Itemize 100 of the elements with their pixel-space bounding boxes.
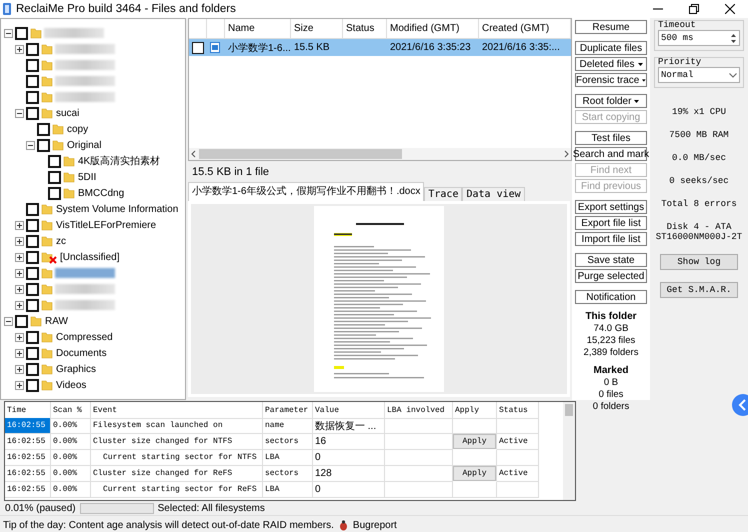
expand-icon[interactable] [15, 236, 24, 246]
tree-item[interactable]: 5DII [77, 172, 98, 182]
tree-checkbox[interactable] [26, 362, 39, 376]
tab[interactable]: Trace [424, 187, 462, 201]
column-header[interactable]: Parameter [263, 402, 313, 419]
action-button[interactable]: Resume [575, 20, 647, 34]
action-button[interactable]: Search and mark [575, 147, 647, 161]
tree-checkbox[interactable] [26, 90, 39, 104]
chevron-left-icon[interactable] [732, 394, 748, 416]
action-button[interactable]: Forensic trace [575, 73, 647, 87]
tree-checkbox[interactable] [26, 202, 39, 216]
tree-item[interactable]: RAW [44, 316, 69, 326]
tree-item[interactable]: zc [55, 236, 67, 246]
action-button[interactable]: Test files [575, 131, 647, 145]
tree-checkbox[interactable] [37, 122, 50, 136]
action-button[interactable]: Import file list [575, 232, 647, 246]
action-button[interactable]: Save state [575, 253, 647, 267]
apply-button[interactable]: Apply [453, 434, 496, 449]
collapse-icon[interactable] [15, 108, 24, 118]
tree-checkbox[interactable] [26, 234, 39, 248]
table-cell-text: 小学数学1-6... [227, 42, 291, 56]
vertical-scrollbar[interactable] [563, 402, 575, 500]
column-header[interactable]: Modified (GMT) [387, 19, 479, 39]
tree-item[interactable]: Documents [55, 348, 108, 358]
tree-checkbox[interactable] [26, 74, 39, 88]
tree-item[interactable]: 4K版高清实拍素材 [77, 154, 162, 168]
tree-item[interactable]: Videos [55, 380, 88, 390]
column-header[interactable]: Value [313, 402, 385, 419]
column-header[interactable]: Event [91, 402, 263, 419]
expand-icon[interactable] [15, 380, 24, 390]
column-header[interactable]: Status [497, 402, 539, 419]
tree-item[interactable]: Graphics [55, 364, 98, 374]
tree-checkbox[interactable] [26, 106, 39, 120]
collapse-icon[interactable] [4, 28, 13, 38]
expand-icon[interactable] [15, 364, 24, 374]
collapse-icon[interactable] [26, 140, 35, 150]
tree-checkbox[interactable] [48, 154, 61, 168]
column-header[interactable]: Scan % [51, 402, 91, 419]
table-cell: 数据恢复一 ... [313, 418, 385, 434]
action-button[interactable]: Purge selected [575, 269, 647, 283]
tree-checkbox[interactable] [26, 330, 39, 344]
tab[interactable]: 小学数学1-6年级公式，假期写作业不用翻书！.docx [188, 182, 424, 201]
side-button[interactable]: Get S.M.A.R. [660, 282, 738, 298]
expand-icon[interactable] [15, 332, 24, 342]
column-header[interactable]: Apply [453, 402, 497, 419]
tree-checkbox[interactable] [26, 282, 39, 296]
tree-item[interactable]: [Unclassified] [59, 252, 120, 262]
expand-icon[interactable] [15, 44, 24, 54]
tree-item[interactable]: Original [66, 140, 102, 150]
action-button[interactable]: Export settings [575, 200, 647, 214]
bugreport-link[interactable]: Bugreport [352, 520, 397, 530]
horizontal-scrollbar[interactable] [189, 148, 571, 160]
column-header[interactable]: Created (GMT) [479, 19, 571, 39]
tree-item[interactable]: sucai [55, 108, 80, 118]
tree-checkbox[interactable] [37, 138, 50, 152]
tree-checkbox[interactable] [26, 42, 39, 56]
column-header[interactable]: Name [225, 19, 291, 39]
action-button[interactable]: Export file list [575, 216, 647, 230]
apply-button[interactable]: Apply [453, 466, 496, 481]
file-row[interactable]: 小学数学1-6... 15.5 KB 2021/6/16 3:35:23 2021/6/16 3:35:... [189, 39, 571, 56]
tree-item[interactable]: copy [66, 124, 90, 134]
tree-item[interactable]: Compressed [55, 332, 114, 342]
tree-item[interactable]: VisTitleLEForPremiere [55, 220, 158, 230]
action-button[interactable]: Root folder [575, 94, 647, 108]
expand-icon[interactable] [15, 348, 24, 358]
action-button[interactable]: Deleted files [575, 57, 647, 71]
tree-checkbox[interactable] [26, 218, 39, 232]
restore-icon[interactable] [689, 4, 699, 14]
column-header[interactable]: LBA involved [385, 402, 453, 419]
close-icon[interactable] [725, 4, 735, 14]
action-button[interactable]: Duplicate files [575, 41, 647, 55]
priority-dropdown[interactable]: Normal [658, 67, 740, 83]
tree-checkbox[interactable] [26, 266, 39, 280]
tree-checkbox[interactable] [48, 186, 61, 200]
expand-icon[interactable] [15, 284, 24, 294]
row-checkbox[interactable] [192, 42, 204, 54]
app-icon [2, 2, 12, 16]
side-button[interactable]: Show log [660, 254, 738, 270]
tree-item[interactable]: BMCCdng [77, 188, 126, 198]
tree-checkbox[interactable] [48, 170, 61, 184]
column-header[interactable]: Status [343, 19, 387, 39]
tab[interactable]: Data view [462, 187, 525, 201]
tree-checkbox[interactable] [26, 298, 39, 312]
expand-icon[interactable] [15, 220, 24, 230]
expand-icon[interactable] [15, 268, 24, 278]
collapse-icon[interactable] [4, 316, 13, 326]
tree-checkbox[interactable] [26, 250, 39, 264]
column-header[interactable]: Size [291, 19, 343, 39]
tree-checkbox[interactable] [26, 58, 39, 72]
tree-item[interactable]: System Volume Information [55, 204, 180, 214]
table-cell [497, 482, 539, 498]
expand-icon[interactable] [15, 300, 24, 310]
tree-checkbox[interactable] [26, 378, 39, 392]
action-button[interactable]: Notification [575, 290, 647, 304]
spinner-icon[interactable] [730, 32, 737, 44]
timeout-field[interactable]: 500 ms [658, 30, 740, 46]
tree-checkbox[interactable] [15, 26, 28, 40]
tree-checkbox[interactable] [26, 346, 39, 360]
expand-icon[interactable] [15, 252, 24, 262]
tree-checkbox[interactable] [15, 314, 28, 328]
